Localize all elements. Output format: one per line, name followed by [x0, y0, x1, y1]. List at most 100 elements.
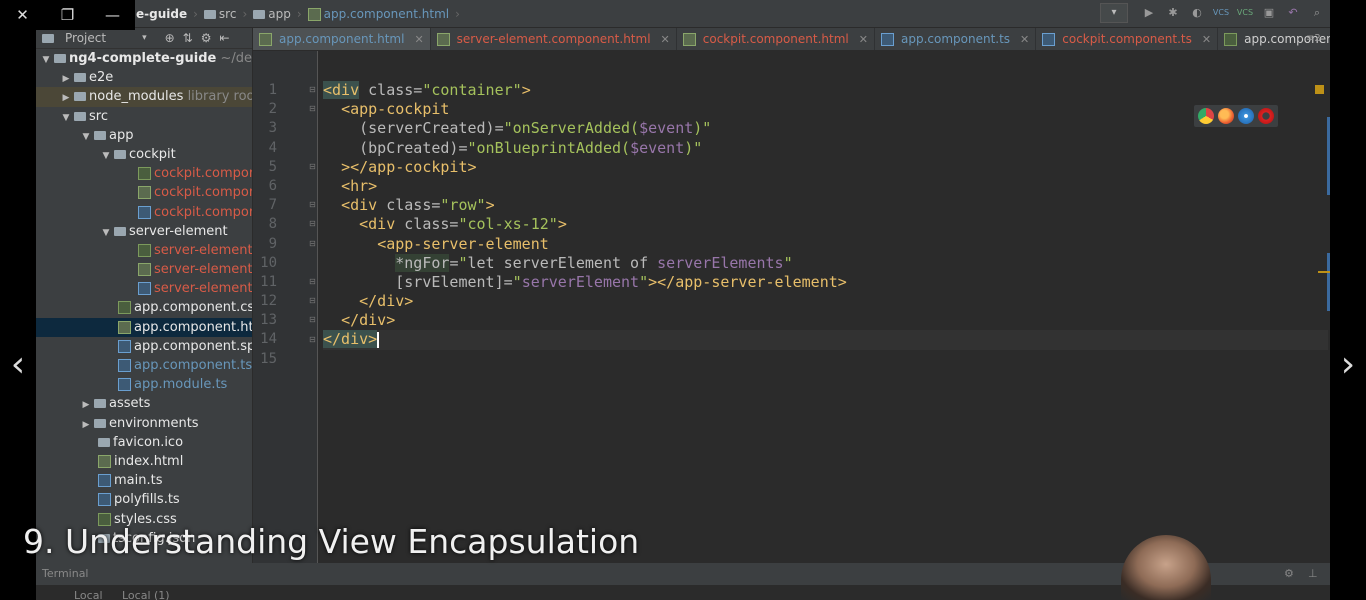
- chrome-icon[interactable]: [1198, 108, 1214, 124]
- tree-node[interactable]: ▼ server-element: [36, 222, 252, 241]
- folder-icon: [253, 9, 266, 19]
- fold-icon[interactable]: ⊟: [309, 277, 319, 287]
- tree-node[interactable]: app.component.sp: [36, 337, 252, 356]
- run-config-dropdown[interactable]: ▾: [1100, 3, 1128, 23]
- tree-node[interactable]: cockpit.compon: [36, 203, 252, 222]
- tree-node-label: e2e: [89, 70, 114, 86]
- tree-node[interactable]: favicon.ico: [36, 433, 252, 452]
- editor-tab[interactable]: cockpit.component.html ✕: [677, 28, 875, 50]
- code-content[interactable]: <div class="container"> <app-cockpit (se…: [323, 81, 1328, 369]
- tree-node-label: app.component.cs: [134, 300, 253, 316]
- close-tab-icon[interactable]: ✕: [414, 33, 423, 46]
- project-panel-header: Project ▾ ⊕ ⇅ ⚙ ⇤: [36, 28, 252, 49]
- firefox-icon[interactable]: [1218, 108, 1234, 124]
- tree-node[interactable]: index.html: [36, 452, 252, 471]
- collapse-all-icon[interactable]: ⇅: [183, 31, 193, 45]
- fold-icon[interactable]: ⊟: [309, 200, 319, 210]
- close-window-button[interactable]: ✕: [0, 6, 45, 24]
- line-number: 8: [268, 216, 277, 233]
- vcs-commit-icon[interactable]: VCS: [1236, 4, 1254, 22]
- breadcrumb-item[interactable]: src: [203, 7, 236, 21]
- tree-node[interactable]: ▶ assets: [36, 394, 252, 413]
- tree-node[interactable]: main.ts: [36, 471, 252, 490]
- editor-tab[interactable]: app.component.html ✕: [253, 28, 431, 50]
- safari-icon[interactable]: [1238, 108, 1254, 124]
- tree-node[interactable]: ▶ environments: [36, 414, 252, 433]
- editor-tab[interactable]: cockpit.component.ts ✕: [1036, 28, 1219, 50]
- breadcrumb-item[interactable]: app.component.html: [307, 7, 449, 21]
- terminal-tab-local[interactable]: Local: [74, 589, 103, 600]
- gear-icon[interactable]: ⚙: [1284, 567, 1294, 580]
- line-number: 4: [268, 139, 277, 156]
- editor-tab[interactable]: app.component.ts ✕: [875, 28, 1037, 50]
- close-tab-icon[interactable]: ✕: [1202, 33, 1211, 46]
- tab-label: cockpit.component.html: [702, 32, 849, 46]
- close-tab-icon[interactable]: ✕: [661, 33, 670, 46]
- tree-node[interactable]: server-element.: [36, 241, 252, 260]
- coverage-icon[interactable]: ◐: [1188, 4, 1206, 22]
- hide-icon[interactable]: ⊥: [1308, 567, 1318, 580]
- folder-icon: [114, 149, 126, 159]
- tree-node[interactable]: ▶ e2e: [36, 68, 252, 87]
- html-file-icon: [138, 186, 151, 200]
- breadcrumb: e-guide › src › app › app.component.html ›: [136, 0, 460, 27]
- next-chevron-icon[interactable]: ›: [1330, 340, 1366, 390]
- terminal-title[interactable]: Terminal: [42, 567, 89, 580]
- tab-label: cockpit.component.ts: [1062, 32, 1192, 46]
- tree-node[interactable]: cockpit.compon: [36, 183, 252, 202]
- terminal-tab-local-1[interactable]: Local (1): [122, 589, 170, 600]
- close-tab-icon[interactable]: ✕: [859, 33, 868, 46]
- code-editor[interactable]: 1 2 3 4 5 6 7 8 9 10 11 12 13 14 15 ⊟ ⊟ ⊟ ⊟ ⊟ ⊟ ⊟ ⊟ ⊟ …: [253, 51, 1330, 563]
- tree-node[interactable]: app.module.ts: [36, 375, 252, 394]
- tree-node[interactable]: ▼ app: [36, 126, 252, 145]
- tree-node[interactable]: app.component.cs: [36, 298, 252, 317]
- tree-node[interactable]: ▼ cockpit: [36, 145, 252, 164]
- opera-icon[interactable]: [1258, 108, 1274, 124]
- ts-file-icon: [118, 378, 131, 392]
- history-icon[interactable]: ▣: [1260, 4, 1278, 22]
- tree-node[interactable]: polyfills.ts: [36, 490, 252, 509]
- tree-node-label: cockpit.compon: [154, 204, 253, 220]
- tree-node[interactable]: server-element.: [36, 279, 252, 298]
- vcs-update-icon[interactable]: VCS: [1212, 4, 1230, 22]
- fold-icon[interactable]: ⊟: [309, 219, 319, 229]
- line-number: 2: [268, 101, 277, 118]
- fold-icon[interactable]: ⊟: [309, 296, 319, 306]
- minimize-window-button[interactable]: —: [90, 6, 135, 24]
- scroll-from-source-icon[interactable]: ⊕: [165, 31, 175, 45]
- tree-node[interactable]: cockpit.compon: [36, 164, 252, 183]
- hide-panel-icon[interactable]: ⇤: [219, 31, 229, 45]
- tree-node[interactable]: app.component.ht: [36, 317, 252, 337]
- fold-icon[interactable]: ⊟: [309, 104, 319, 114]
- search-icon[interactable]: ⌕: [1308, 4, 1326, 22]
- previous-chevron-icon[interactable]: ‹: [0, 340, 36, 390]
- code-line: <div class="row">: [341, 196, 495, 215]
- gear-icon[interactable]: ⚙: [201, 31, 212, 45]
- fold-icon[interactable]: ⊟: [309, 335, 319, 345]
- tree-node[interactable]: ▼ng4-complete-guide ~/dev: [36, 49, 252, 68]
- run-icon[interactable]: ▶: [1140, 4, 1158, 22]
- revert-icon[interactable]: ↶: [1284, 4, 1302, 22]
- project-view-selector[interactable]: Project: [65, 31, 106, 45]
- chevron-down-icon[interactable]: ▾: [142, 33, 147, 43]
- breadcrumb-item[interactable]: app: [253, 7, 291, 21]
- debug-icon[interactable]: ✱: [1164, 4, 1182, 22]
- tree-node-extra: ~/dev: [220, 51, 252, 66]
- tree-node[interactable]: server-element.: [36, 260, 252, 279]
- fold-icon[interactable]: ⊟: [309, 162, 319, 172]
- restore-window-button[interactable]: ❐: [45, 6, 90, 24]
- tab-list-button[interactable]: ≡2: [1306, 28, 1324, 50]
- editor-tab[interactable]: server-element.component.html ✕: [431, 28, 677, 50]
- breadcrumb-item[interactable]: e-guide: [136, 7, 187, 21]
- fold-icon[interactable]: ⊟: [309, 239, 319, 249]
- fold-icon[interactable]: ⊟: [309, 85, 319, 95]
- line-numbers: 1 2 3 4 5 6 7 8 9 10 11 12 13 14 15: [253, 81, 293, 369]
- tree-node[interactable]: ▶ node_modules library roo: [36, 87, 252, 107]
- close-tab-icon[interactable]: ✕: [1020, 33, 1029, 46]
- fold-icon[interactable]: ⊟: [309, 315, 319, 325]
- tree-node[interactable]: app.component.ts: [36, 356, 252, 375]
- inspection-status-icon[interactable]: [1315, 85, 1324, 94]
- tree-node[interactable]: ▼ src: [36, 107, 252, 126]
- error-stripe-mark[interactable]: [1318, 271, 1330, 273]
- folder-icon: [74, 73, 86, 83]
